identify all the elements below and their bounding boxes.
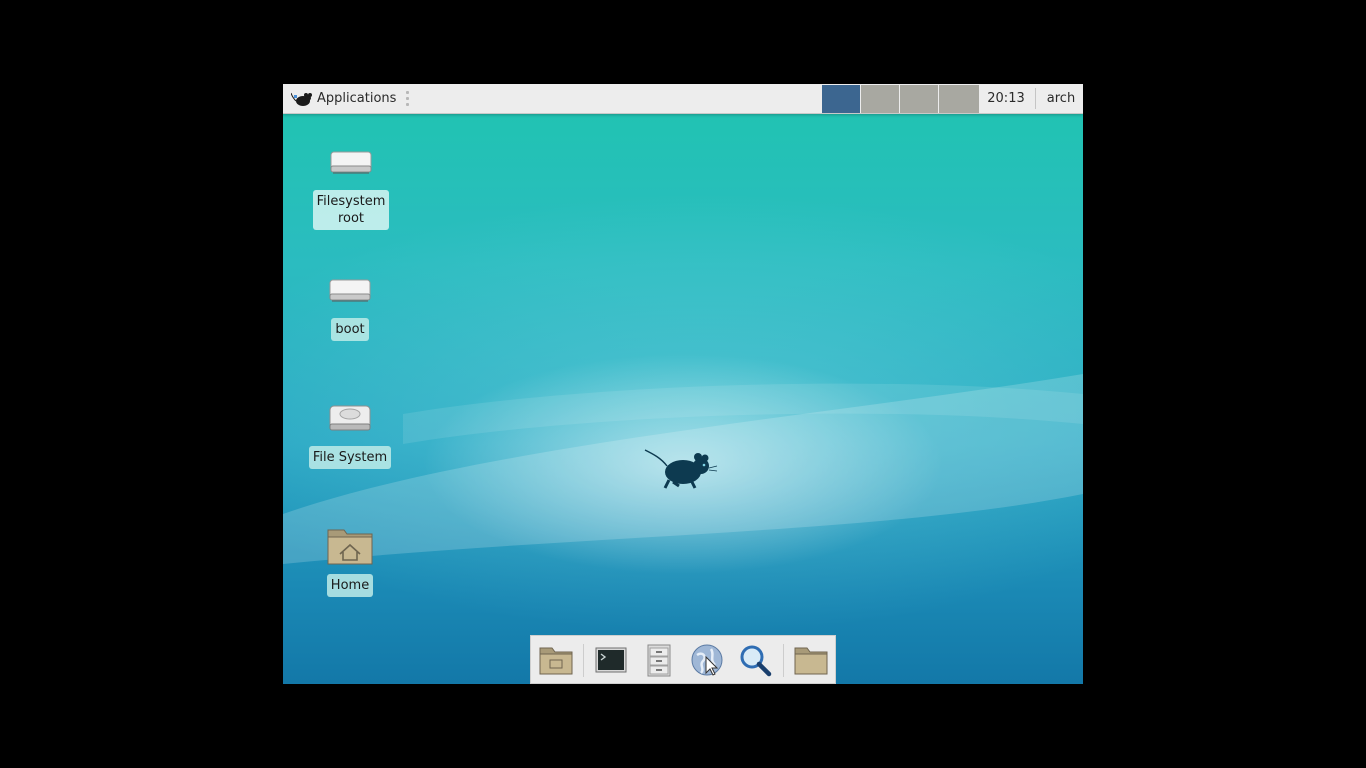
- workspace-3[interactable]: [900, 85, 938, 113]
- desktop-icon-home[interactable]: Home: [305, 524, 395, 597]
- desktop-folder-icon: [539, 647, 573, 675]
- workspace-1[interactable]: [822, 85, 860, 113]
- desktop-icon-label: File System: [308, 446, 392, 469]
- terminal-icon: [595, 647, 627, 673]
- desktop-icon-file-system[interactable]: File System: [305, 402, 395, 469]
- home-folder-icon: [327, 529, 373, 565]
- desktop-icon-label: Filesystem root: [312, 190, 390, 230]
- folder-icon: [794, 647, 828, 675]
- web-browser-icon: [691, 644, 723, 676]
- dock-separator: [783, 644, 784, 677]
- wallpaper-wave: [283, 374, 1083, 564]
- desktop-icon-label: Home: [326, 574, 374, 597]
- workspace-4[interactable]: [939, 85, 979, 113]
- desktop-screen: Applications 20:13 arch Filesystem root …: [283, 84, 1083, 684]
- top-panel: Applications 20:13 arch: [283, 84, 1083, 114]
- search-icon: [740, 645, 772, 677]
- drive-icon: [330, 151, 372, 174]
- dock-separator: [583, 644, 584, 677]
- file-cabinet-icon: [647, 644, 671, 677]
- drive-icon: [329, 279, 371, 302]
- dock-app-finder[interactable]: [737, 643, 773, 677]
- desktop-icon-boot[interactable]: boot: [305, 274, 395, 341]
- panel-drag-handle[interactable]: [406, 91, 410, 107]
- dock-file-manager[interactable]: [641, 643, 677, 677]
- dock-home-folder[interactable]: [793, 643, 829, 677]
- dock-web-browser[interactable]: [689, 643, 725, 677]
- desktop-icon-label: boot: [331, 318, 369, 341]
- xfce-mouse-icon: [291, 92, 312, 106]
- user-menu[interactable]: arch: [1039, 84, 1083, 113]
- bottom-dock: [530, 635, 836, 684]
- harddisk-icon: [329, 405, 371, 431]
- workspace-2[interactable]: [861, 85, 899, 113]
- desktop-icon-filesystem-root[interactable]: Filesystem root: [306, 146, 396, 230]
- applications-menu-label: Applications: [317, 91, 397, 106]
- dock-terminal[interactable]: [593, 643, 629, 677]
- panel-separator: [1035, 88, 1036, 109]
- panel-clock[interactable]: 20:13: [980, 84, 1032, 113]
- xfce-mouse-logo: [644, 449, 718, 489]
- applications-menu-button[interactable]: Applications: [287, 86, 400, 111]
- dock-show-desktop[interactable]: [538, 643, 574, 677]
